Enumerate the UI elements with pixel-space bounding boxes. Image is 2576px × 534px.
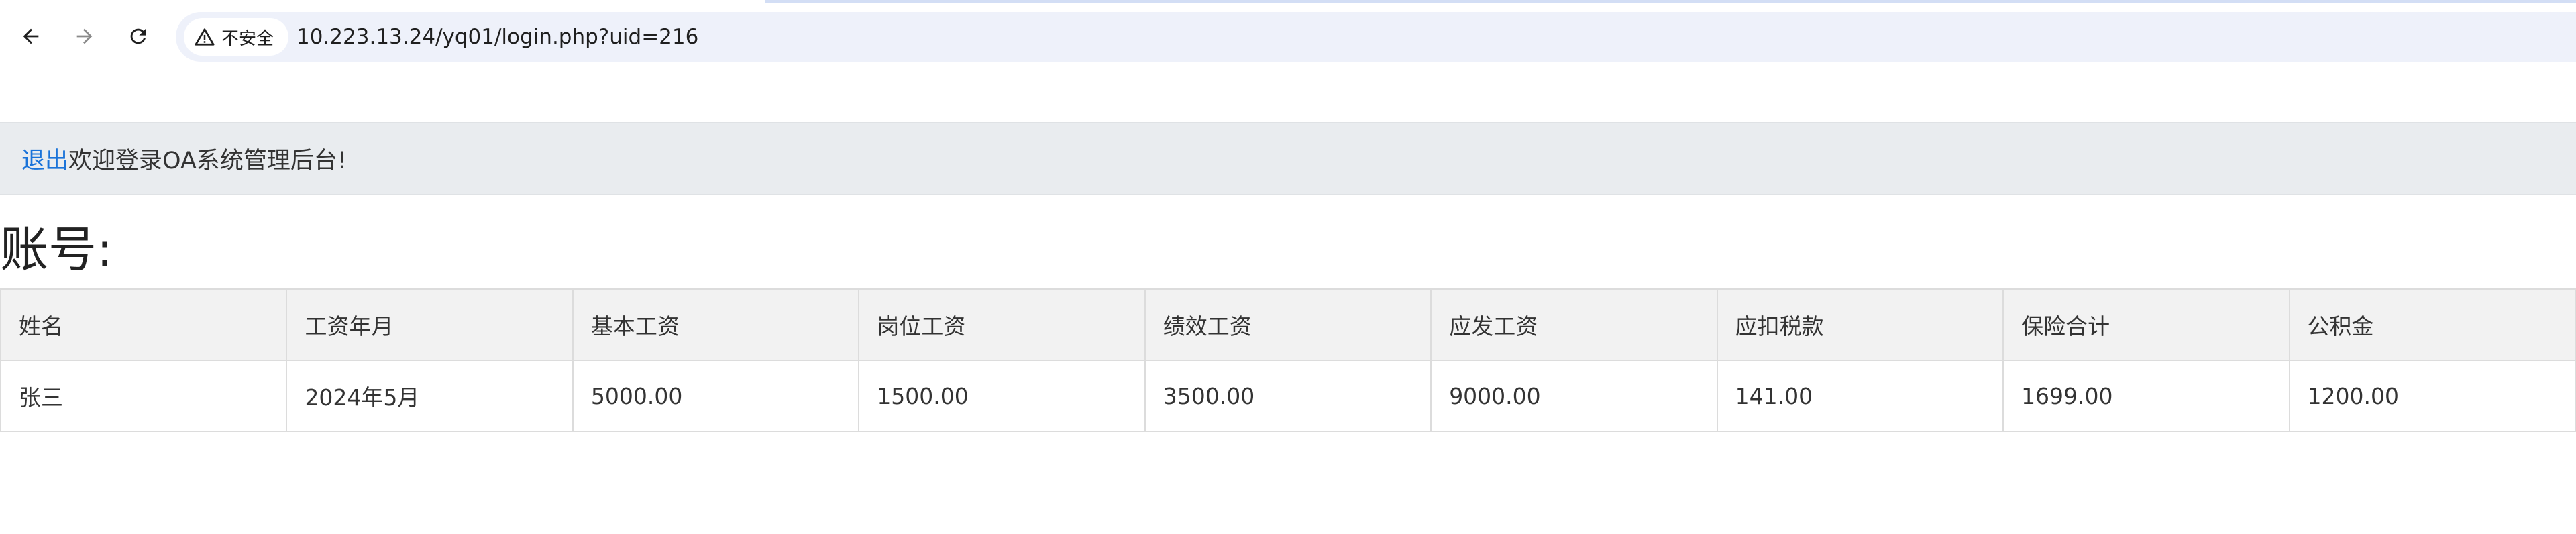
logout-link[interactable]: 退出 (21, 142, 68, 176)
welcome-message: 欢迎登录OA系统管理后台! (68, 147, 347, 174)
cell-base-salary: 5000.00 (572, 360, 860, 432)
column-header-pay-month: 工资年月 (286, 288, 574, 361)
cell-name: 张三 (0, 360, 288, 432)
cell-pay-month: 2024年5月 (286, 360, 574, 432)
security-indicator[interactable]: 不安全 (184, 18, 289, 56)
table-header-row: 姓名 工资年月 基本工资 岗位工资 绩效工资 应发工资 应扣税款 保险合计 公积… (0, 288, 2576, 361)
security-label: 不安全 (221, 28, 274, 49)
forward-arrow-icon (76, 28, 93, 44)
cell-tax-deduction: 141.00 (1716, 360, 2004, 432)
column-header-gross-salary: 应发工资 (1430, 288, 1718, 361)
column-header-housing-fund: 公积金 (2288, 288, 2576, 361)
column-header-insurance-total: 保险合计 (2002, 288, 2290, 361)
back-arrow-icon (23, 28, 39, 44)
forward-button[interactable] (63, 15, 106, 58)
column-header-tax-deduction: 应扣税款 (1716, 288, 2004, 361)
account-heading: 账号: (0, 221, 113, 278)
browser-toolbar: 不安全 10.223.13.24/yq01/login.php?uid=216 (0, 0, 2576, 72)
tab-strip-accent (765, 0, 2576, 3)
cell-housing-fund: 1200.00 (2288, 360, 2576, 432)
reload-icon (130, 28, 146, 44)
cell-insurance-total: 1699.00 (2002, 360, 2290, 432)
url-text[interactable]: 10.223.13.24/yq01/login.php?uid=216 (297, 12, 698, 62)
column-header-base-salary: 基本工资 (572, 288, 860, 361)
cell-gross-salary: 9000.00 (1430, 360, 1718, 432)
back-button[interactable] (9, 15, 52, 58)
column-header-position-salary: 岗位工资 (858, 288, 1146, 361)
cell-position-salary: 1500.00 (858, 360, 1146, 432)
table-row: 张三 2024年5月 5000.00 1500.00 3500.00 9000.… (0, 360, 2576, 432)
warning-triangle-icon (195, 28, 215, 46)
welcome-bar: 退出 欢迎登录OA系统管理后台! (0, 122, 2576, 195)
address-bar[interactable]: 不安全 10.223.13.24/yq01/login.php?uid=216 (176, 12, 2576, 62)
column-header-performance-salary: 绩效工资 (1144, 288, 1432, 361)
reload-button[interactable] (117, 15, 160, 58)
cell-performance-salary: 3500.00 (1144, 360, 1432, 432)
salary-table: 姓名 工资年月 基本工资 岗位工资 绩效工资 应发工资 应扣税款 保险合计 公积… (0, 288, 2576, 432)
column-header-name: 姓名 (0, 288, 288, 361)
